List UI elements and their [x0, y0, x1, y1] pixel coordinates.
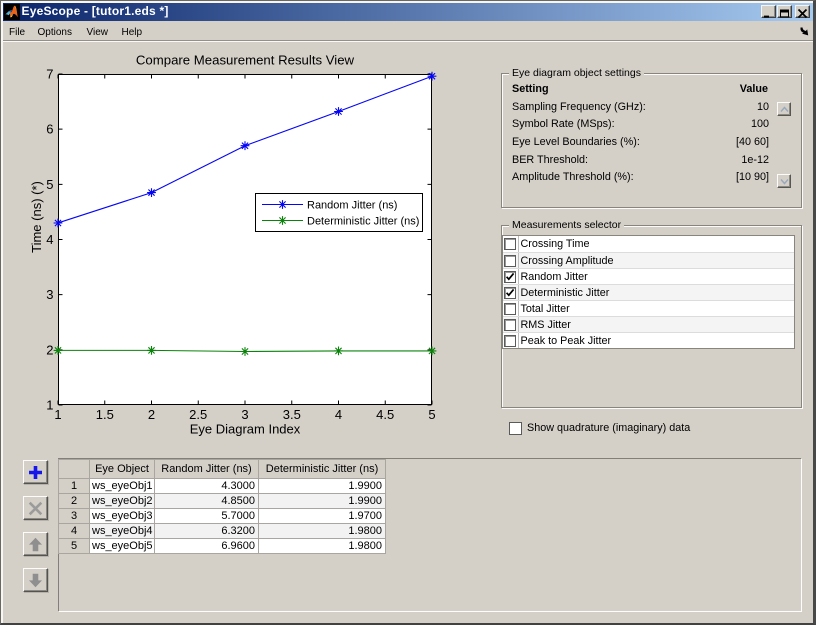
svg-text:5: 5: [428, 407, 435, 422]
svg-text:Eye Diagram Index: Eye Diagram Index: [190, 422, 301, 437]
svg-text:2.5: 2.5: [189, 407, 207, 422]
svg-text:1.5: 1.5: [96, 407, 114, 422]
svg-text:4: 4: [335, 407, 342, 422]
svg-text:7: 7: [46, 67, 53, 82]
svg-text:6: 6: [46, 122, 53, 137]
svg-text:5: 5: [46, 177, 53, 192]
svg-text:Time (ns) (*): Time (ns) (*): [29, 181, 44, 253]
svg-text:3.5: 3.5: [283, 407, 301, 422]
svg-text:Compare Measurement Results Vi: Compare Measurement Results View: [136, 53, 355, 68]
svg-text:1: 1: [54, 407, 61, 422]
svg-text:3: 3: [46, 287, 53, 302]
svg-text:4.5: 4.5: [376, 407, 394, 422]
svg-text:Random Jitter (ns): Random Jitter (ns): [307, 200, 397, 212]
svg-text:2: 2: [148, 407, 155, 422]
svg-text:2: 2: [46, 342, 53, 357]
svg-text:4: 4: [46, 232, 53, 247]
svg-text:3: 3: [241, 407, 248, 422]
svg-text:Deterministic Jitter (ns): Deterministic Jitter (ns): [307, 216, 419, 228]
svg-text:1: 1: [46, 398, 53, 413]
